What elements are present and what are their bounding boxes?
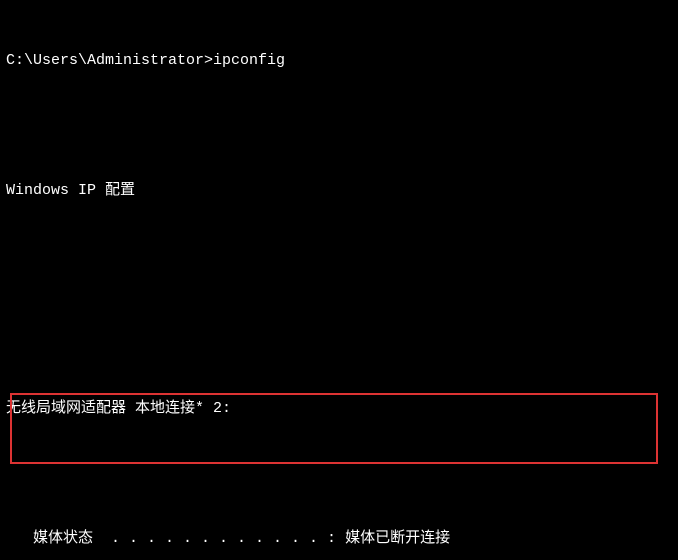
blank-line <box>6 463 678 485</box>
row-value: 媒体已断开连接 <box>336 530 450 547</box>
blank-line <box>6 311 678 333</box>
blank-line <box>6 115 678 137</box>
prompt-line: C:\Users\Administrator>ipconfig <box>6 50 678 72</box>
adapter-row: 媒体状态 . . . . . . . . . . . . : 媒体已断开连接 <box>6 528 678 550</box>
adapter-title: 无线局域网适配器 本地连接* 2: <box>6 398 678 420</box>
row-label: 媒体状态 . . . . . . . . . . . . : <box>33 530 336 547</box>
terminal-window[interactable]: C:\Users\Administrator>ipconfig Windows … <box>0 0 678 560</box>
blank-line <box>6 245 678 267</box>
ip-config-header: Windows IP 配置 <box>6 180 678 202</box>
